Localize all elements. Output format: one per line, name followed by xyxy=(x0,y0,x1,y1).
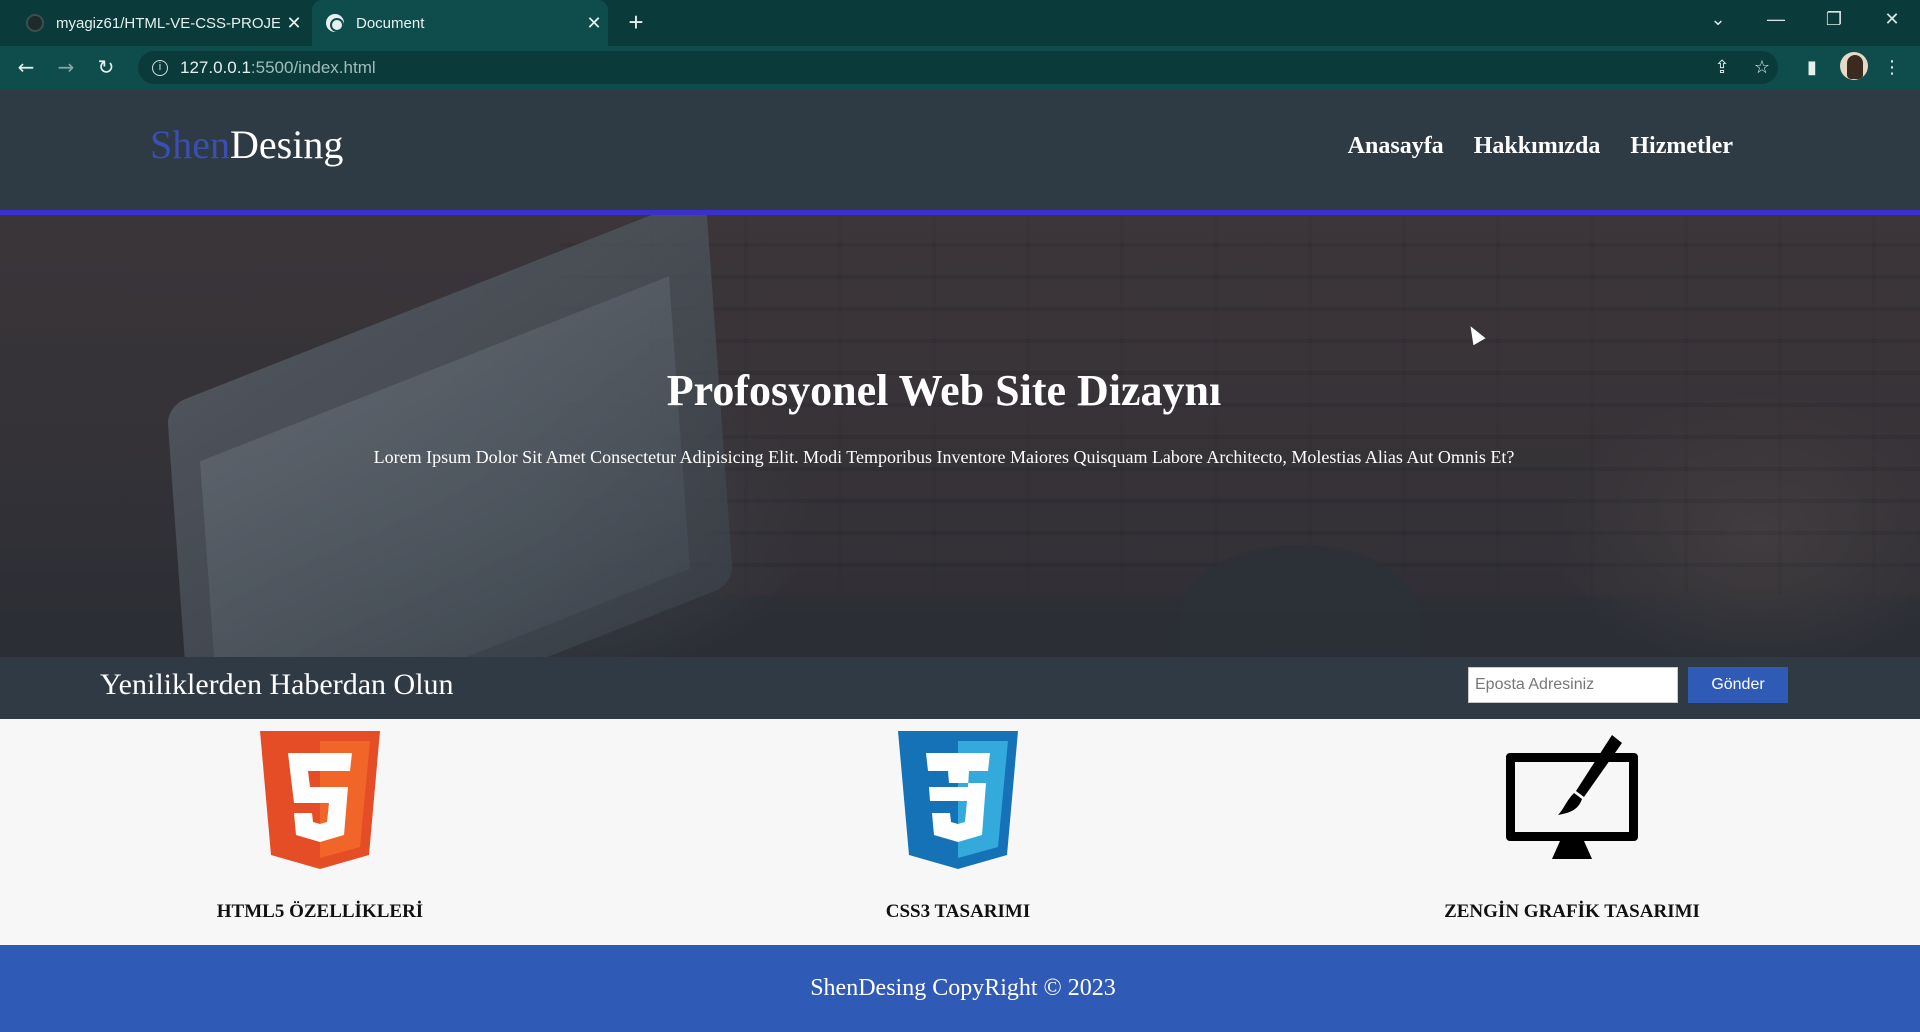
github-icon xyxy=(26,14,44,32)
url-path: :5500/index.html xyxy=(250,57,376,77)
browser-toolbar: ← → ↻ i 127.0.0.1:5500/index.html ⇪ ☆ ▮ … xyxy=(0,46,1920,89)
url-text: 127.0.0.1:5500/index.html xyxy=(180,58,376,78)
forward-button[interactable]: → xyxy=(50,52,82,84)
nav-link-hakkimizda[interactable]: Hakkımızda xyxy=(1474,133,1601,160)
nav-link-hizmetler[interactable]: Hizmetler xyxy=(1630,133,1733,160)
new-tab-button[interactable]: + xyxy=(620,7,652,39)
site-header: ShenDesing Anasayfa Hakkımızda Hizmetler xyxy=(0,89,1920,215)
logo-part-shen: Shen xyxy=(150,122,230,167)
feature-html5: HTML5 ÖZELLİKLERİ xyxy=(110,719,530,945)
tab-title: Document xyxy=(356,14,425,32)
tab-strip: myagiz61/HTML-VE-CSS-PROJE- ✕ Document ✕… xyxy=(0,0,1920,46)
feature-label: HTML5 ÖZELLİKLERİ xyxy=(216,901,424,922)
side-panel-icon[interactable]: ▮ xyxy=(1800,56,1824,80)
newsletter-heading: Yeniliklerden Haberdan Olun xyxy=(100,668,454,701)
tab-close-icon[interactable]: ✕ xyxy=(580,13,608,34)
reload-button[interactable]: ↻ xyxy=(90,52,122,84)
tab-document[interactable]: Document ✕ xyxy=(312,0,608,46)
feature-label: ZENGİN GRAFİK TASARIMI xyxy=(1444,901,1700,922)
browser-chrome: myagiz61/HTML-VE-CSS-PROJE- ✕ Document ✕… xyxy=(0,0,1920,89)
feature-label: CSS3 TASARIMI xyxy=(885,901,1031,922)
hero-title: Profosyonel Web Site Dizaynı xyxy=(666,366,1222,415)
css3-icon xyxy=(896,731,1020,874)
features-section: HTML5 ÖZELLİKLERİ CSS3 TASARIMI ZENGİN G… xyxy=(0,719,1920,945)
feature-graphic-design: ZENGİN GRAFİK TASARIMI xyxy=(1362,719,1782,945)
hero-section: Profosyonel Web Site Dizaynı Lorem Ipsum… xyxy=(0,215,1920,657)
footer-copyright: ShenDesing CopyRight © 2023 xyxy=(810,975,1116,1001)
restore-button[interactable]: ❐ xyxy=(1806,0,1862,40)
nav-link-anasayfa[interactable]: Anasayfa xyxy=(1348,133,1444,160)
tab-close-icon[interactable]: ✕ xyxy=(280,13,308,34)
main-nav: Anasayfa Hakkımızda Hizmetler xyxy=(1348,133,1733,160)
monitor-brush-icon xyxy=(1500,731,1644,868)
html5-icon xyxy=(258,731,382,874)
logo-part-desing: Desing xyxy=(230,122,344,167)
tab-search-dropdown-icon[interactable]: ⌄ xyxy=(1690,0,1746,40)
profile-avatar[interactable] xyxy=(1840,52,1868,80)
hero-text: Lorem Ipsum Dolor Sit Amet Consectetur A… xyxy=(373,447,1515,467)
site-footer: ShenDesing CopyRight © 2023 xyxy=(0,945,1920,1032)
address-bar[interactable]: i 127.0.0.1:5500/index.html xyxy=(138,51,1778,84)
email-input[interactable] xyxy=(1468,667,1678,703)
globe-icon xyxy=(326,14,344,32)
tab-github[interactable]: myagiz61/HTML-VE-CSS-PROJE- ✕ xyxy=(12,0,308,46)
feature-css3: CSS3 TASARIMI xyxy=(748,719,1168,945)
hero-overlay xyxy=(0,215,1920,657)
close-window-button[interactable]: ✕ xyxy=(1864,0,1920,40)
minimize-button[interactable]: — xyxy=(1748,0,1804,40)
share-icon[interactable]: ⇪ xyxy=(1710,56,1734,80)
back-button[interactable]: ← xyxy=(10,52,42,84)
tab-title: myagiz61/HTML-VE-CSS-PROJE- xyxy=(56,14,280,32)
web-page: ShenDesing Anasayfa Hakkımızda Hizmetler… xyxy=(0,89,1920,1032)
site-info-icon[interactable]: i xyxy=(152,59,168,76)
bookmark-star-icon[interactable]: ☆ xyxy=(1750,56,1774,80)
site-logo[interactable]: ShenDesing xyxy=(150,121,343,168)
url-host: 127.0.0.1 xyxy=(180,57,251,77)
browser-menu-icon[interactable]: ⋮ xyxy=(1880,56,1904,80)
newsletter-bar: Yeniliklerden Haberdan Olun Gönder xyxy=(0,657,1920,719)
send-button[interactable]: Gönder xyxy=(1688,667,1788,703)
